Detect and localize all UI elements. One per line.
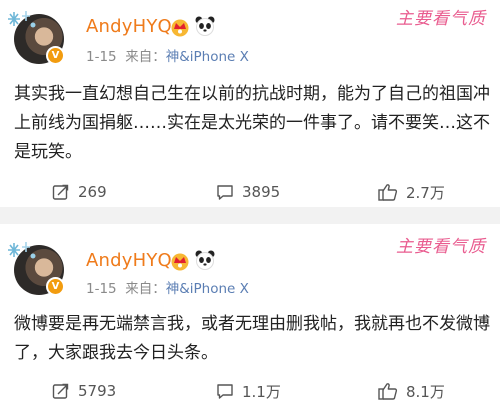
crown-badge-icon — [171, 19, 189, 37]
thumbs-up-icon — [378, 184, 398, 201]
verified-badge-icon: V — [46, 277, 65, 296]
repost-button[interactable]: 5793 — [52, 376, 116, 406]
weibo-post-2: V AndyHYQ 1-15 来自：神&iPhone X 主要看气质 微博要是再… — [0, 224, 500, 418]
repost-button[interactable]: 269 — [52, 177, 107, 207]
like-button[interactable]: 8.1万 — [378, 376, 445, 406]
crown-badge-icon — [171, 253, 189, 271]
repost-icon — [52, 383, 69, 399]
device-link[interactable]: 神&iPhone X — [166, 49, 249, 65]
comment-icon — [217, 185, 233, 200]
source-prefix: 来自： — [125, 281, 166, 297]
repost-icon — [52, 184, 69, 200]
snowflake-decoration-icon — [8, 242, 36, 259]
thumbs-up-icon — [378, 383, 398, 400]
avatar[interactable]: V — [8, 11, 65, 65]
weibo-post-1: V AndyHYQ 1-15 来自：神&iPhone X 主要看气质 其实我一直… — [0, 0, 500, 207]
device-link[interactable]: 神&iPhone X — [166, 281, 249, 297]
like-count: 2.7万 — [406, 183, 445, 202]
panda-icon — [195, 250, 215, 270]
watermark-stamp: 主要看气质 — [396, 9, 486, 29]
verified-badge-icon: V — [46, 46, 65, 65]
username[interactable]: AndyHYQ — [86, 16, 172, 37]
post-actions: 5793 1.1万 8.1万 — [0, 376, 500, 406]
post-meta: 1-15 来自：神&iPhone X — [86, 45, 249, 65]
like-count: 8.1万 — [406, 382, 445, 401]
snowflake-decoration-icon — [8, 11, 36, 28]
comment-button[interactable]: 3895 — [216, 177, 280, 207]
post-actions: 269 3895 2.7万 — [0, 177, 500, 207]
username[interactable]: AndyHYQ — [86, 250, 172, 271]
comment-icon — [217, 384, 233, 399]
avatar[interactable]: V — [8, 242, 65, 296]
comment-count: 1.1万 — [242, 382, 281, 401]
comment-count: 3895 — [242, 183, 281, 201]
post-text: 其实我一直幻想自己生在以前的抗战时期，能为了自己的祖国冲上前线为国捐躯……实在是… — [14, 84, 490, 162]
repost-count: 269 — [78, 183, 107, 201]
panda-icon — [195, 16, 215, 36]
repost-count: 5793 — [78, 382, 117, 400]
post-text: 微博要是再无端禁言我，或者无理由删我帖，我就再也不发微博了，大家跟我去今日头条。 — [14, 314, 490, 363]
like-button[interactable]: 2.7万 — [378, 177, 445, 207]
source-prefix: 来自： — [125, 49, 166, 65]
post-date: 1-15 — [86, 281, 117, 297]
post-meta: 1-15 来自：神&iPhone X — [86, 277, 249, 297]
post-date: 1-15 — [86, 49, 117, 65]
watermark-stamp: 主要看气质 — [396, 237, 486, 257]
comment-button[interactable]: 1.1万 — [216, 376, 281, 406]
